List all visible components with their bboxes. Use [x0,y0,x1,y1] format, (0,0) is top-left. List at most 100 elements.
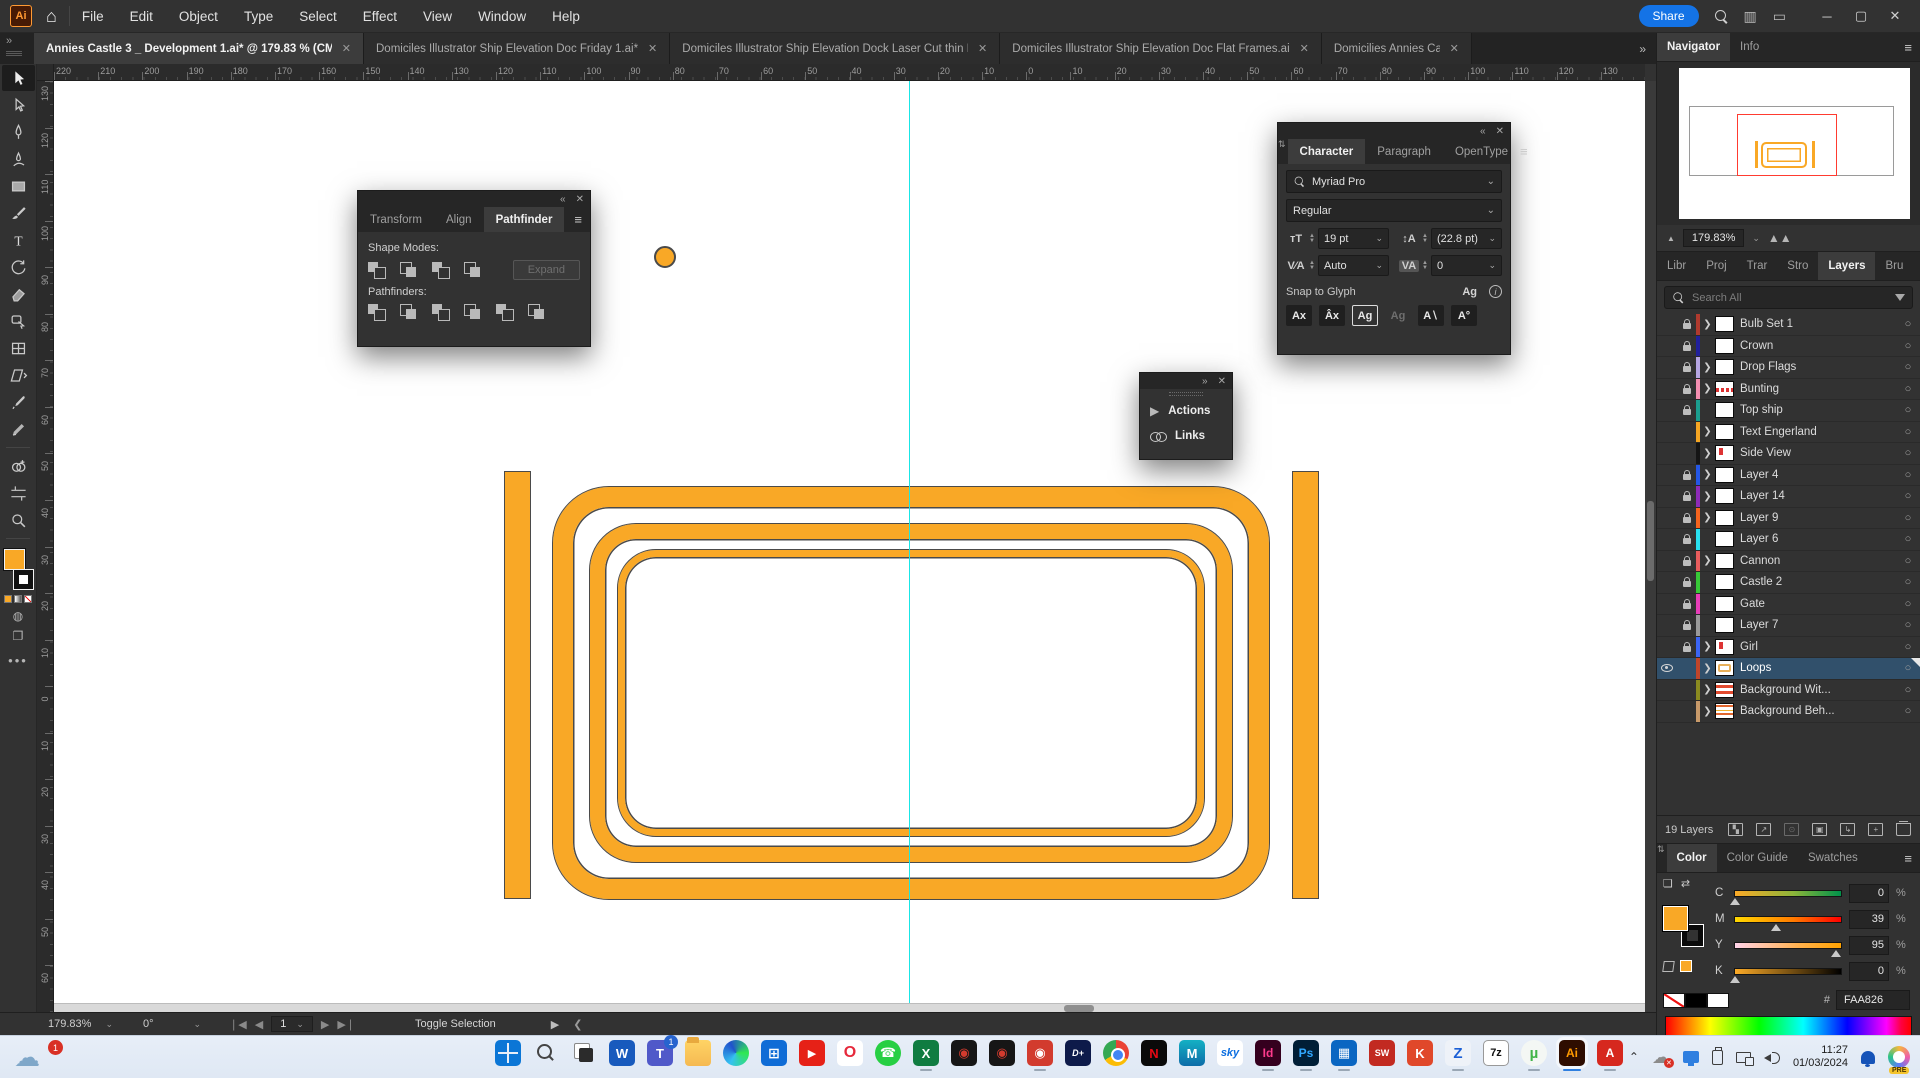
layer-name[interactable]: Loops [1740,662,1896,674]
direct-selection-tool[interactable] [2,92,35,118]
home-icon[interactable]: ⌂ [46,6,57,27]
fill-swatch[interactable] [4,549,25,570]
trim-icon[interactable] [400,304,418,320]
layer-thumbnail[interactable] [1715,617,1734,633]
layer-name[interactable]: Layer 4 [1740,469,1896,481]
color-slider-thumb[interactable] [1831,950,1841,957]
target-circle-icon[interactable]: ○ [1896,705,1920,717]
explorer-taskbar-icon[interactable] [685,1040,711,1066]
pathfinder-tab-pathfinder[interactable]: Pathfinder [484,207,565,232]
layer-row[interactable]: Castle 2○ [1657,572,1920,594]
layer-row[interactable]: ❯Layer 9○ [1657,508,1920,530]
filter-icon[interactable] [1895,294,1905,301]
layer-row[interactable]: Crown○ [1657,336,1920,358]
layer-thumbnail[interactable] [1715,660,1734,676]
scrollbar-collapse-icon[interactable]: ❮ [573,1018,582,1031]
ev3-dark-b-taskbar-icon[interactable]: ◉ [989,1040,1015,1066]
expand-chevron-icon[interactable]: ❯ [1700,319,1715,330]
layer-row[interactable]: ❯Girl○ [1657,637,1920,659]
character-tab-opentype[interactable]: OpenType [1443,139,1520,164]
photoshop-taskbar-icon[interactable]: Ps [1293,1040,1319,1066]
layer-name[interactable]: Layer 14 [1740,490,1896,502]
panel-tab-proj[interactable]: Proj [1696,252,1736,280]
chevron-down-icon[interactable]: ⌄ [105,1019,113,1030]
hex-value-field[interactable]: FAA826 [1836,990,1910,1010]
dock-collapse-left[interactable]: » [0,33,34,64]
layer-thumbnail[interactable] [1715,316,1734,332]
lock-toggle[interactable] [1677,599,1696,609]
expand-chevron-icon[interactable]: ❯ [1700,383,1715,394]
draw-normal-icon[interactable]: ◍ [0,609,36,623]
layer-thumbnail[interactable] [1715,553,1734,569]
stepper[interactable]: ▲▼ [1422,261,1428,271]
navigator-preview[interactable] [1657,62,1920,225]
indesign-taskbar-icon[interactable]: Id [1255,1040,1281,1066]
expand-chevron-icon[interactable]: ❯ [1700,426,1715,437]
channel-value-field[interactable]: 0 [1849,962,1889,981]
gradient-mode-icon[interactable] [14,595,22,603]
layer-thumbnail[interactable] [1715,338,1734,354]
usb-device-icon[interactable] [1712,1050,1723,1065]
expand-chevron-icon[interactable]: ❯ [1700,469,1715,480]
menu-help[interactable]: Help [552,9,580,24]
artboard-number-field[interactable]: 1⌄ [271,1016,313,1032]
rotation-field[interactable]: 0° [143,1018,154,1030]
color-slider-thumb[interactable] [1771,924,1781,931]
layers-search-input[interactable]: Search All [1664,286,1913,309]
layer-thumbnail[interactable] [1715,703,1734,719]
locate-object-icon[interactable]: ⊙ [1784,823,1799,836]
target-circle-icon[interactable]: ○ [1896,598,1920,610]
search-icon[interactable] [1715,10,1728,23]
layer-thumbnail[interactable] [1715,488,1734,504]
color-tab-swatches[interactable]: Swatches [1798,844,1868,872]
new-layer-icon[interactable]: + [1868,823,1883,836]
artwork-left-bar[interactable] [504,471,531,899]
channel-value-field[interactable]: 0 [1849,884,1889,903]
layer-row[interactable]: ❯Cannon○ [1657,551,1920,573]
tray-overflow-icon[interactable]: ⌃ [1629,1050,1639,1064]
workspace-switcher-icon[interactable]: ▭ [1773,8,1786,25]
shape-builder-tool[interactable] [2,453,35,479]
weather-widget[interactable]: ☁1 [14,1041,74,1074]
kerning-field[interactable]: Auto⌄ [1318,255,1389,276]
lock-toggle[interactable] [1677,405,1696,415]
merge-icon[interactable] [432,304,450,320]
target-circle-icon[interactable]: ○ [1896,383,1920,395]
document-tab[interactable]: Annies Castle 3 _ Development 1.ai* @ 17… [34,33,364,64]
char-style-button-1[interactable]: Âx [1319,305,1345,326]
stepper[interactable]: ▲▼ [1422,234,1428,244]
target-circle-icon[interactable]: ○ [1896,447,1920,459]
taskview-taskbar-icon[interactable] [571,1040,597,1066]
lock-toggle[interactable] [1677,470,1696,480]
horizontal-scrollbar[interactable] [54,1003,1645,1012]
navigator-tab-navigator[interactable]: Navigator [1657,33,1730,61]
black-swatch[interactable] [1685,993,1707,1008]
target-circle-icon[interactable]: ○ [1896,619,1920,631]
char-style-button-2[interactable]: Ag [1352,305,1378,326]
close-tab-icon[interactable]: ✕ [1450,42,1459,55]
none-swatch[interactable] [1663,993,1685,1008]
layer-name[interactable]: Drop Flags [1740,361,1896,373]
color-tab-color[interactable]: Color [1667,844,1717,872]
panel-tab-libr[interactable]: Libr [1657,252,1696,280]
expand-chevron-icon[interactable]: ❯ [1700,448,1715,459]
shaper-tool[interactable] [2,308,35,334]
target-circle-icon[interactable]: ○ [1896,576,1920,588]
close-icon[interactable]: ✕ [1218,376,1226,387]
menu-view[interactable]: View [423,9,452,24]
fill-stroke-indicator[interactable] [1663,906,1703,946]
word-taskbar-icon[interactable]: W [609,1040,635,1066]
expand-chevron-icon[interactable]: ❯ [1700,555,1715,566]
character-tab-character[interactable]: Character [1288,139,1366,164]
artboard-tool[interactable] [2,480,35,506]
layer-row[interactable]: ❯Drop Flags○ [1657,357,1920,379]
chrome-taskbar-icon[interactable] [1103,1040,1129,1066]
minimize-button[interactable]: ─ [1810,3,1844,29]
panel-tab-sym[interactable]: Sym [1913,252,1920,280]
ruler-origin-corner[interactable] [37,64,54,81]
font-size-field[interactable]: 19 pt⌄ [1318,228,1389,249]
close-tab-icon[interactable]: ✕ [648,42,657,55]
actions-panel-button[interactable]: ▶ Actions [1140,398,1232,424]
layer-row[interactable]: ❯Layer 14○ [1657,486,1920,508]
target-circle-icon[interactable]: ○ [1896,512,1920,524]
